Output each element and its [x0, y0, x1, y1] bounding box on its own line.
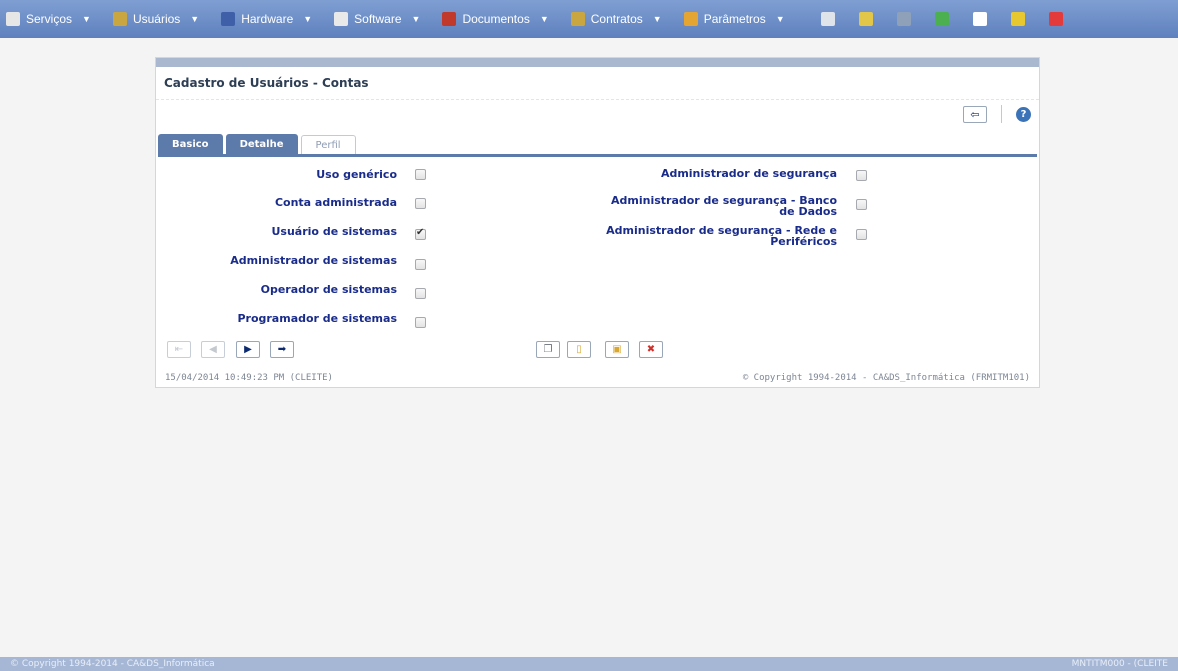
next-record-button[interactable]: ▶	[236, 341, 260, 358]
menu-item-label: Hardware	[241, 12, 294, 26]
help-icon[interactable]: ?	[1016, 106, 1031, 122]
footer-screen-code: MNTITM000 - (CLEITE	[1071, 659, 1168, 669]
users-icon	[112, 12, 127, 26]
chevron-down-icon: ▼	[82, 14, 91, 24]
search-icon[interactable]	[972, 12, 987, 26]
label-uso-generico: Uso genérico	[316, 168, 397, 181]
page-footer: © Copyright 1994-2014 - CA&DS_Informátic…	[0, 657, 1178, 671]
checkbox-conta-administrada[interactable]	[415, 198, 426, 209]
menu-item-3[interactable]: Software ▼	[328, 0, 426, 38]
user-account-panel: Cadastro de Usuários - Contas ⇦ ? Basico…	[155, 57, 1040, 388]
chevron-down-icon: ▼	[652, 14, 662, 24]
menu-item-label: Usuários	[132, 12, 181, 26]
close-icon[interactable]	[1048, 12, 1063, 26]
delete-button[interactable]: ✖	[639, 341, 663, 358]
tab-perfil[interactable]: Perfil	[300, 135, 356, 154]
tool-divider	[1001, 105, 1002, 123]
checkbox-administrador-de-seguranca[interactable]	[856, 170, 867, 181]
tab-detalhe[interactable]: Detalhe	[225, 134, 298, 154]
first-record-button[interactable]: ⇤	[167, 341, 191, 358]
gear-icon[interactable]	[896, 12, 911, 26]
menu-item-label: Parâmetros	[703, 12, 766, 26]
page-title: Cadastro de Usuários - Contas	[156, 67, 1039, 100]
checkbox-admin-seguranca-rede-perifericos[interactable]	[856, 229, 867, 240]
tab-bar: Basico Detalhe Perfil	[158, 134, 359, 154]
checkbox-operador-de-sistemas[interactable]	[415, 288, 426, 299]
new-button[interactable]: ▯	[567, 341, 591, 358]
checkbox-usuario-de-sistemas[interactable]	[415, 227, 426, 240]
documents-icon	[442, 12, 457, 26]
menu-tools	[809, 12, 1075, 26]
chevron-down-icon: ▼	[303, 14, 313, 24]
label-administrador-de-sistemas: Administrador de sistemas	[230, 254, 397, 267]
menu-item-label: Contratos	[590, 12, 643, 26]
label-operador-de-sistemas: Operador de sistemas	[260, 283, 397, 296]
menu-item-1[interactable]: Usuários ▼	[107, 0, 205, 38]
chevron-down-icon: ▼	[190, 14, 200, 24]
label-admin-seguranca-banco-dados: Administrador de segurança - Banco de Da…	[611, 194, 837, 218]
panel-tools: ⇦ ?	[963, 105, 1031, 123]
add-document-icon[interactable]	[934, 12, 949, 26]
last-record-button[interactable]: ➡	[270, 341, 294, 358]
status-timestamp: 15/04/2014 10:49:23 PM (CLEITE)	[165, 373, 333, 383]
pencil-icon[interactable]	[858, 12, 873, 26]
save-button[interactable]: ▣	[605, 341, 629, 358]
label-conta-administrada: Conta administrada	[274, 196, 397, 209]
label-admin-seguranca-rede-perifericos: Administrador de segurança - Rede e Peri…	[606, 224, 837, 248]
label-usuario-de-sistemas: Usuário de sistemas	[271, 225, 398, 238]
tab-underline	[158, 154, 1037, 157]
label-programador-de-sistemas: Programador de sistemas	[237, 312, 397, 325]
menu-item-5[interactable]: Contratos ▼	[565, 0, 668, 38]
menu-item-label: Serviços	[26, 12, 73, 26]
chevron-down-icon: ▼	[411, 14, 421, 24]
checkbox-programador-de-sistemas[interactable]	[415, 317, 426, 328]
checkbox-uso-generico[interactable]	[415, 169, 426, 180]
top-menu-bar: Serviços ▼ Usuários ▼ Hardware ▼ Software ▼ Docu…	[0, 0, 1178, 38]
contracts-icon	[570, 12, 585, 26]
menu-item-0[interactable]: Serviços ▼	[0, 0, 97, 38]
menu-item-2[interactable]: Hardware ▼	[215, 0, 318, 38]
services-icon	[6, 12, 20, 26]
checkbox-administrador-de-sistemas[interactable]	[415, 259, 426, 270]
new-document-icon: ▯	[576, 344, 582, 355]
parameters-icon	[683, 12, 698, 26]
camera-icon[interactable]	[820, 12, 835, 26]
copy-button[interactable]: ❐	[536, 341, 560, 358]
menu-items: Serviços ▼ Usuários ▼ Hardware ▼ Software ▼ Docu…	[0, 0, 801, 38]
hardware-icon	[221, 12, 236, 26]
chevron-down-icon: ▼	[539, 14, 549, 24]
back-button[interactable]: ⇦	[963, 105, 987, 123]
menu-item-label: Software	[354, 12, 402, 26]
save-icon: ▣	[612, 344, 622, 355]
battery-icon[interactable]	[1010, 12, 1025, 26]
status-copyright: © Copyright 1994-2014 - CA&DS_Informátic…	[742, 373, 1030, 383]
delete-icon: ✖	[646, 344, 656, 355]
label-administrador-de-seguranca: Administrador de segurança	[660, 167, 837, 180]
menu-item-4[interactable]: Documentos ▼	[436, 0, 554, 38]
chevron-down-icon: ▼	[775, 14, 785, 24]
copy-icon: ❐	[543, 344, 553, 355]
checkbox-admin-seguranca-banco-dados[interactable]	[856, 199, 867, 210]
previous-record-button[interactable]: ◀	[201, 341, 225, 358]
menu-item-label: Documentos	[462, 12, 530, 26]
footer-copyright: © Copyright 1994-2014 - CA&DS_Informátic…	[10, 659, 215, 669]
panel-top-strip	[156, 58, 1039, 67]
software-icon	[334, 12, 349, 26]
tab-basico[interactable]: Basico	[158, 134, 223, 154]
menu-item-6[interactable]: Parâmetros ▼	[678, 0, 791, 38]
